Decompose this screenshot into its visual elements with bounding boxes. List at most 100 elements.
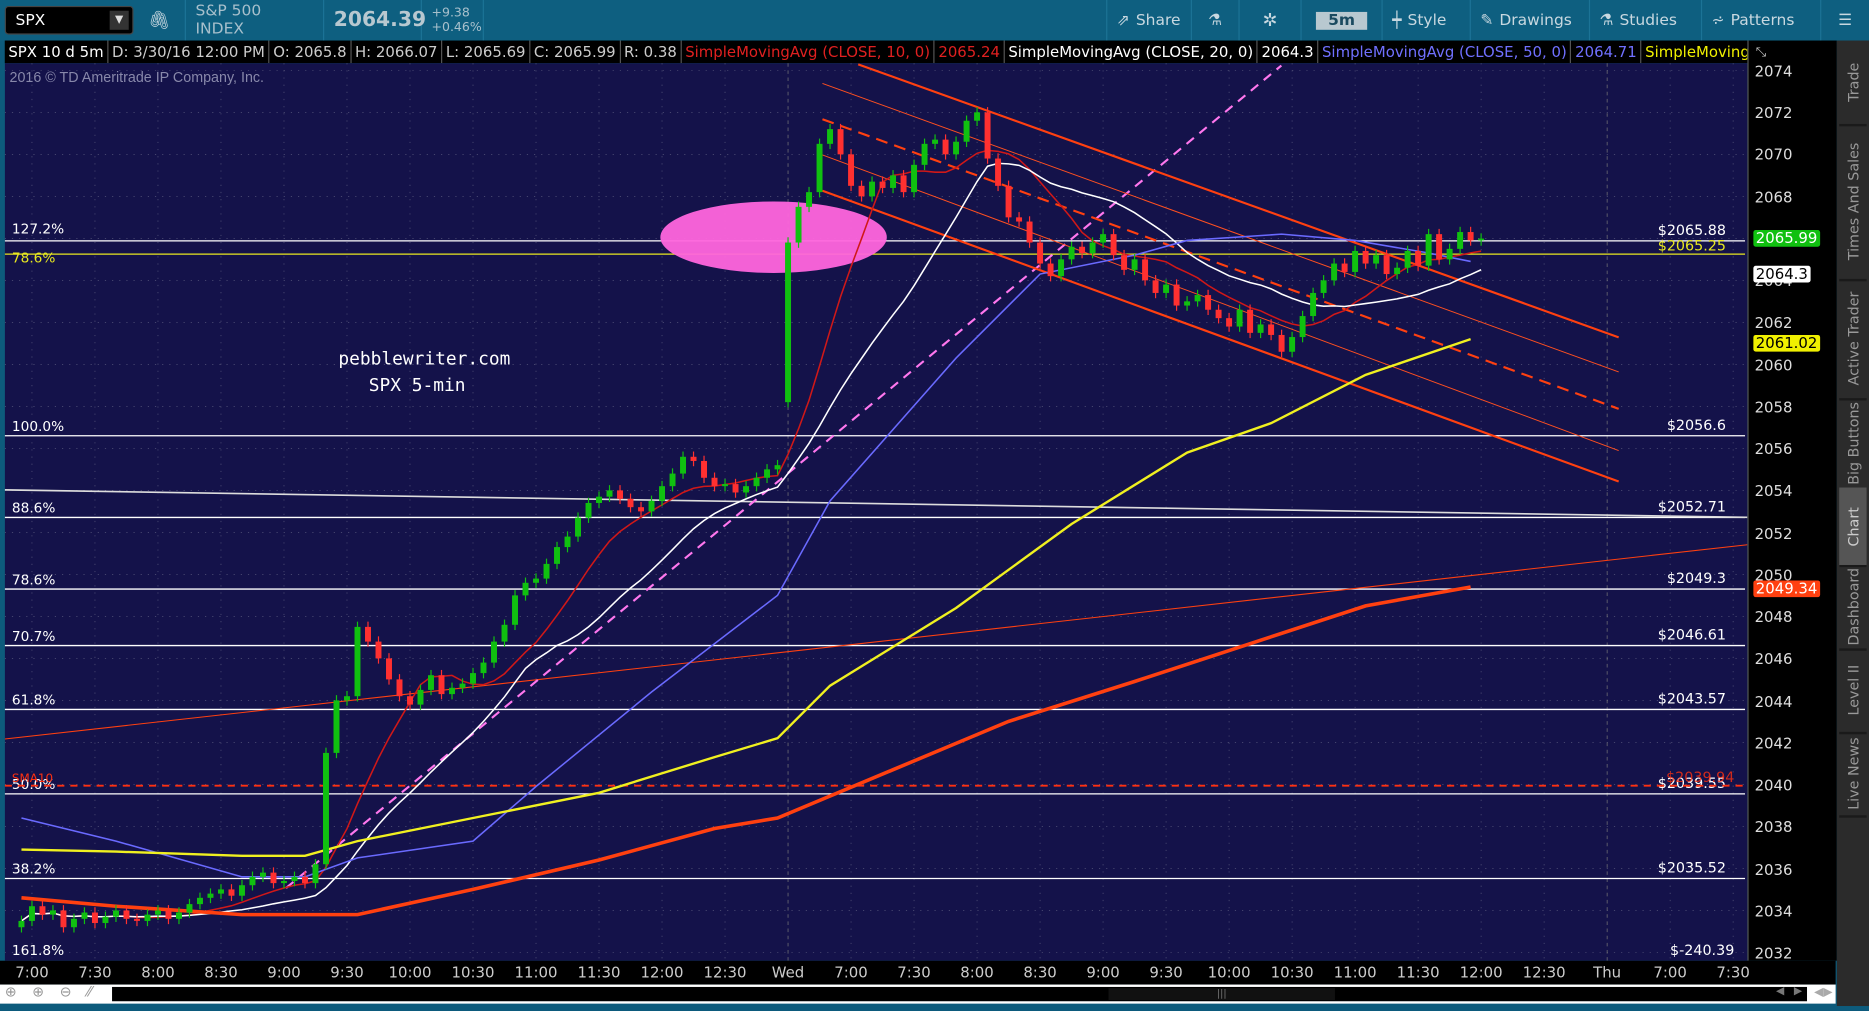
candle-body <box>1100 234 1107 243</box>
candle-body <box>165 910 172 919</box>
candle-body <box>1205 295 1212 310</box>
candle-body <box>217 889 224 894</box>
candle-body <box>81 912 88 919</box>
interval-button[interactable]: 5m <box>1302 0 1383 41</box>
drawings-button[interactable]: ✎ Drawings <box>1471 0 1591 41</box>
menu-icon[interactable]: ☰ <box>1821 0 1869 41</box>
sma10-line-label: SMA10 <box>12 771 53 785</box>
side-tab-live-news[interactable]: Live News <box>1839 732 1867 818</box>
fib-level-percent: 78.6% <box>12 250 55 266</box>
candle-body <box>365 626 371 642</box>
link-icon[interactable]: 🖇 <box>138 0 186 41</box>
zoom-out-icon[interactable]: ⊖ <box>60 983 72 1000</box>
auto-scale-icon[interactable]: ⤡ <box>1756 44 1767 61</box>
time-axis[interactable]: 7:00 7:30 8:00 8:30 9:00 9:30 10:00 10:30 11:00 1… <box>0 960 1836 985</box>
price-chart[interactable]: 2016 © TD Ameritrade IP Company, Inc. peb… <box>4 63 1748 961</box>
candle-body <box>575 517 581 537</box>
candle-body <box>291 876 298 882</box>
side-tab-active-trader[interactable]: Active Trader <box>1839 279 1867 401</box>
study-sma10-name[interactable]: SimpleMovingAvg (CLOSE, 10, 0) <box>682 40 935 64</box>
share-button[interactable]: ⇗ Share <box>1106 0 1192 41</box>
studies-label: Studies <box>1619 11 1677 30</box>
candle <box>323 747 329 870</box>
scroll-right-icon[interactable]: ▶ <box>1794 986 1802 998</box>
zoom-in-icon[interactable]: ⊕ <box>32 983 44 1000</box>
side-tab-dashboard[interactable]: Dashboard <box>1839 565 1867 651</box>
candle-body <box>1362 250 1369 264</box>
net-change: +9.38 <box>431 5 470 21</box>
candle-body <box>91 912 98 924</box>
drawing-tool-icon[interactable]: ⁄⁄ <box>87 983 92 1000</box>
side-tab-big-buttons[interactable]: Big Buttons <box>1839 398 1867 490</box>
candle-body <box>302 876 308 884</box>
candle-body <box>858 185 865 197</box>
candle-body <box>827 129 834 144</box>
chevron-down-icon[interactable]: ▼ <box>109 10 129 30</box>
candle-body <box>1446 248 1453 260</box>
side-tab-level-ii[interactable]: Level II <box>1839 648 1867 735</box>
price-tag: 2065.99 <box>1753 230 1820 247</box>
copyright-text: 2016 © TD Ameritrade IP Company, Inc. <box>10 70 265 86</box>
fib-level-price: $2046.61 <box>1658 628 1726 644</box>
candle-body <box>470 673 476 684</box>
candle-body <box>1289 337 1296 352</box>
candle-body <box>753 477 760 487</box>
candle-body <box>1005 185 1012 218</box>
fib-level-price: $2056.6 <box>1667 418 1726 434</box>
candle-body <box>249 876 256 886</box>
candle <box>995 153 1002 192</box>
watermark-line1: pebblewriter.com <box>338 349 510 370</box>
candle-body <box>1058 259 1065 277</box>
side-tab-chart[interactable]: Chart <box>1839 487 1867 568</box>
candle-body <box>1268 324 1275 335</box>
scroll-track[interactable] <box>112 986 1808 1002</box>
symbol-value: SPX <box>15 11 46 30</box>
patterns-label: Patterns <box>1730 11 1795 30</box>
symbol-selector[interactable]: SPX ▼ <box>4 5 134 35</box>
candle-body <box>186 904 193 913</box>
candle <box>795 201 802 248</box>
price-tick-label: 2038 <box>1754 818 1793 836</box>
gear-icon[interactable]: ✲ <box>1240 0 1302 41</box>
candle-body <box>816 143 823 193</box>
expand-icon[interactable]: ◀▶ <box>1814 986 1832 999</box>
fib-level-percent: 78.6% <box>12 572 55 588</box>
candle-body <box>1331 263 1338 281</box>
candle <box>1005 180 1012 223</box>
candle-body <box>154 910 161 915</box>
candle-body <box>144 914 151 921</box>
time-tick-label: 7:30 <box>1716 963 1750 981</box>
candle-body <box>585 502 592 518</box>
candle-body <box>428 675 434 690</box>
fib-level-price: $2065.25 <box>1658 239 1726 255</box>
chart-scrollbar[interactable]: ⊕ ⊕ ⊖ ⁄⁄ ||| ◀ ▶ ◀▶ <box>0 983 1836 1004</box>
study-sma20-name[interactable]: SimpleMovingAvg (CLOSE, 20, 0) <box>1005 40 1258 64</box>
candle-body <box>344 696 350 701</box>
side-tab-trade[interactable]: Trade <box>1839 41 1867 127</box>
price-tick-label: 2042 <box>1754 734 1793 752</box>
side-tab-times-and-sales[interactable]: Times And Sales <box>1839 124 1867 282</box>
candle-body <box>270 872 277 884</box>
crosshair-icon[interactable]: ⊕ <box>5 983 17 1000</box>
patterns-icon: ⩫ <box>1711 11 1725 30</box>
price-tick-label: 2044 <box>1754 692 1793 710</box>
candle-body <box>207 893 214 898</box>
candle-body <box>1247 309 1254 333</box>
study-sma-more[interactable]: SimpleMovingAvg ... <box>1642 41 1747 64</box>
candle-body <box>501 624 508 642</box>
fib-level-percent: 38.2% <box>12 862 55 878</box>
candle-body <box>123 910 130 919</box>
candle-body <box>1436 234 1443 260</box>
style-button[interactable]: ┿ Style <box>1383 0 1471 41</box>
price-axis[interactable]: ⤡ 2032 2034 2036 2038 2040 2042 2044 2046 2048 20… <box>1747 40 1837 962</box>
side-tab-label: Live News <box>1844 737 1862 810</box>
patterns-button[interactable]: ⩫ Patterns <box>1702 0 1822 41</box>
scroll-left-icon[interactable]: ◀ <box>1776 986 1784 998</box>
studies-button[interactable]: ⚗ Studies <box>1590 0 1703 41</box>
candle-body <box>1425 234 1432 266</box>
price-tick-label: 2048 <box>1754 608 1793 626</box>
study-sma50-name[interactable]: SimpleMovingAvg (CLOSE, 50, 0) <box>1318 40 1572 64</box>
flask-icon[interactable]: ⚗ <box>1192 0 1240 41</box>
side-panel-tabs: Trade Times And Sales Active Trader Big But… <box>1836 40 1869 1007</box>
scroll-thumb[interactable]: ||| <box>1108 988 1335 1001</box>
